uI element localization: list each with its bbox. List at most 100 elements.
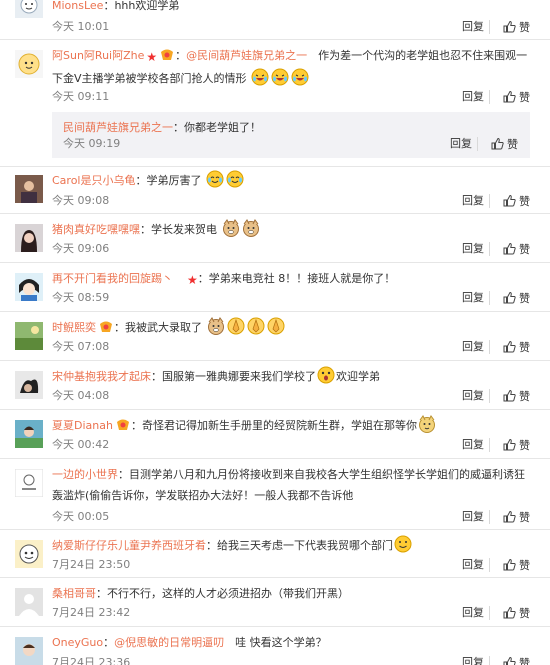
comment-meta: 今天 00:05 回复 赞 (52, 510, 530, 524)
thumbs-up-icon (503, 20, 516, 33)
like-button[interactable]: 赞 (503, 291, 530, 306)
avatar-portrait-icon[interactable] (15, 420, 43, 448)
like-button[interactable]: 赞 (503, 510, 530, 525)
comment-username[interactable]: 夏夏Dianah (52, 419, 113, 432)
comment-meta: 7月24日 23:42 回复 赞 (52, 606, 530, 620)
like-button[interactable]: 赞 (503, 558, 530, 573)
like-button[interactable]: 赞 (503, 90, 530, 105)
sub-reply-username[interactable]: 民间葫芦娃旗兄弟之一 (63, 121, 173, 134)
comment-item: 阿Sun阿Rui阿Zhe ★ ：@民间葫芦娃旗兄弟之一 作为差一个代沟的老学姐也忍不… (0, 39, 550, 166)
comment-username[interactable]: OneyGuo (52, 636, 103, 649)
like-label: 赞 (519, 657, 530, 665)
like-button[interactable]: 赞 (503, 20, 530, 35)
mention-link[interactable]: @民间葫芦娃旗兄弟之一 (186, 49, 307, 62)
reply-button[interactable]: 回复 (462, 242, 484, 256)
comment-time: 今天 10:01 (52, 20, 110, 33)
avatar-girl-icon[interactable] (15, 224, 43, 252)
comment-username[interactable]: 宋仲基抱我我才起床 (52, 370, 151, 383)
comment-body: MionsLee：hhh欢迎学弟 (52, 0, 530, 16)
action-divider (489, 90, 490, 104)
avatar-baby-icon[interactable] (15, 50, 43, 78)
like-button[interactable]: 赞 (503, 242, 530, 257)
comment-meta: 今天 09:11 回复 赞 (52, 90, 530, 104)
comment-meta: 今天 10:01 回复 赞 (52, 20, 530, 34)
like-button[interactable]: 赞 (503, 656, 530, 665)
reply-button[interactable]: 回复 (462, 606, 484, 620)
like-label: 赞 (519, 390, 530, 403)
like-label: 赞 (519, 243, 530, 256)
thumbs-up-icon (503, 340, 516, 353)
reply-button[interactable]: 回复 (462, 389, 484, 403)
comment-meta: 今天 09:06 回复 赞 (52, 242, 530, 256)
comment-text: ：学弟来电竞社 8！！接班人就是你了！ (197, 272, 396, 285)
avatar-cartoon-icon[interactable] (15, 273, 43, 301)
reply-button[interactable]: 回复 (450, 137, 472, 151)
reply-button[interactable]: 回复 (462, 90, 484, 104)
thumbs-up-icon (503, 242, 516, 255)
avatar-face-icon[interactable] (15, 0, 43, 18)
comment-meta: 7月24日 23:36 回复 赞 (52, 656, 530, 665)
comment-item: OneyGuo：@倪思敏的日常明逼叨 哇 快看这个学弟？ 7月24日 23:36… (0, 626, 550, 665)
comment-body: 猪肉真好吃嘿嘿嘿：学长发来贺电 (52, 219, 530, 240)
pray-emoji-icon (267, 317, 285, 335)
avatar-dark-icon[interactable] (15, 371, 43, 399)
pray-emoji-icon (227, 317, 245, 335)
action-divider (489, 340, 490, 354)
like-button[interactable]: 赞 (491, 137, 518, 152)
like-label: 赞 (519, 91, 530, 104)
action-divider (489, 291, 490, 305)
thumbs-up-icon (503, 656, 516, 665)
action-divider (489, 656, 490, 665)
reply-button[interactable]: 回复 (462, 340, 484, 354)
comment-username[interactable]: 桑相哥哥 (52, 587, 96, 600)
comment-username[interactable]: 一边的小世界 (52, 468, 118, 481)
sub-reply: 民间葫芦娃旗兄弟之一：你都老学姐了！ 今天 09:19 回复 赞 (52, 112, 530, 158)
comment-username[interactable]: 纳爱斯仔仔乐儿童尹养西班牙肴 (52, 539, 206, 552)
like-label: 赞 (519, 292, 530, 305)
sub-reply-text: ：你都老学姐了！ (173, 121, 261, 134)
like-button[interactable]: 赞 (503, 389, 530, 404)
comment-item: 再不开门看我的回旋踢丶 ★：学弟来电竞社 8！！接班人就是你了！ 今天 08:5… (0, 262, 550, 311)
comment-body: 桑相哥哥：不行不行，这样的人才必须进招办（带我们开黑） (52, 583, 530, 604)
reply-button[interactable]: 回复 (462, 438, 484, 452)
like-button[interactable]: 赞 (503, 194, 530, 209)
like-button[interactable]: 赞 (503, 340, 530, 355)
crying-laugh-emoji-icon (206, 170, 224, 188)
action-divider (489, 194, 490, 208)
surprised-emoji-icon (317, 366, 335, 384)
like-button[interactable]: 赞 (503, 438, 530, 453)
like-label: 赞 (519, 195, 530, 208)
reply-button[interactable]: 回复 (462, 656, 484, 665)
avatar-default-icon[interactable] (15, 588, 43, 616)
star-badge-icon: ★ (146, 50, 158, 64)
avatar-kid-icon[interactable] (15, 637, 43, 665)
comment-item: 猪肉真好吃嘿嘿嘿：学长发来贺电 今天 09:06 回复 赞 (0, 213, 550, 262)
comment-username[interactable]: MionsLee (52, 0, 103, 12)
action-divider (489, 606, 490, 620)
reply-button[interactable]: 回复 (462, 558, 484, 572)
comment-username[interactable]: 再不开门看我的回旋踢丶 (52, 272, 173, 285)
comment-meta: 今天 04:08 回复 赞 (52, 389, 530, 403)
comment-username[interactable]: Carol是只小乌龟 (52, 174, 136, 187)
comment-time: 今天 04:08 (52, 389, 110, 402)
reply-button[interactable]: 回复 (462, 194, 484, 208)
avatar-photo-icon[interactable] (15, 175, 43, 203)
comment-username[interactable]: 时鲵熙奕 (52, 321, 96, 334)
comment-text: ：给我三天考虑一下代表我贸哪个部门 (206, 539, 393, 552)
like-button[interactable]: 赞 (503, 606, 530, 621)
reply-button[interactable]: 回复 (462, 291, 484, 305)
thumbs-up-icon (503, 90, 516, 103)
avatar-scene-icon[interactable] (15, 322, 43, 350)
avatar-logo-icon[interactable] (15, 469, 43, 497)
laughing-emoji-icon (291, 68, 309, 86)
comment-text: ：hhh欢迎学弟 (103, 0, 180, 12)
comment-body: 纳爱斯仔仔乐儿童尹养西班牙肴：给我三天考虑一下代表我贸哪个部门 (52, 535, 530, 556)
reply-button[interactable]: 回复 (462, 20, 484, 34)
action-divider (489, 242, 490, 256)
avatar-comic-icon[interactable] (15, 540, 43, 568)
mention-link[interactable]: @倪思敏的日常明逼叨 (114, 636, 224, 649)
comment-username[interactable]: 猪肉真好吃嘿嘿嘿 (52, 223, 140, 236)
comment-body: 时鲵熙奕 ：我被武大录取了 (52, 317, 530, 338)
comment-username[interactable]: 阿Sun阿Rui阿Zhe (52, 49, 144, 62)
reply-button[interactable]: 回复 (462, 510, 484, 524)
